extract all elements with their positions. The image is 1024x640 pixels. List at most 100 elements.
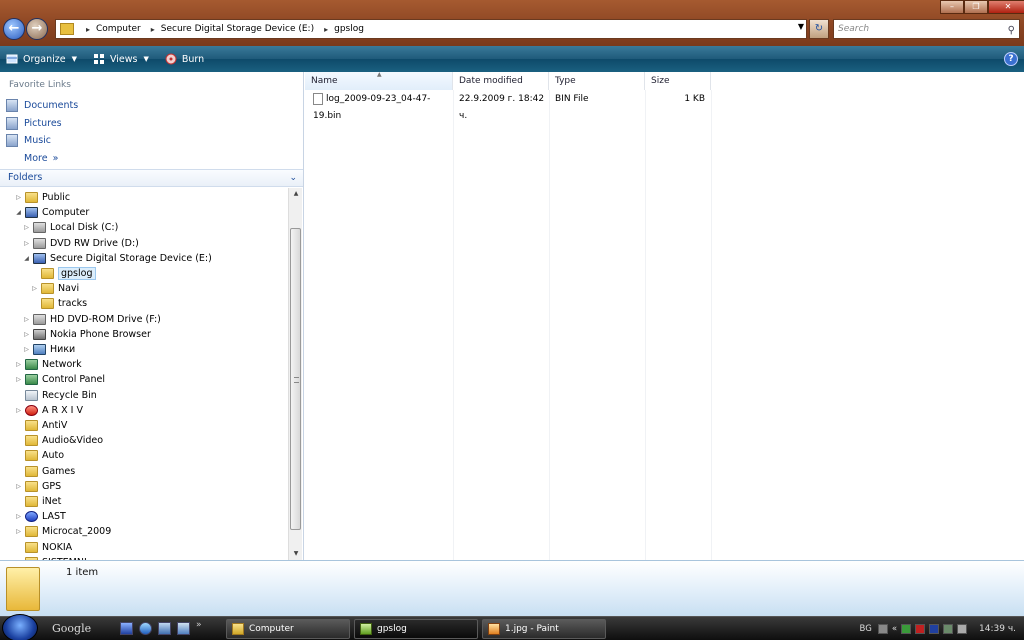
tree-item[interactable]: gpslog bbox=[30, 266, 96, 281]
tree-item[interactable]: iNet bbox=[14, 494, 61, 509]
favorite-link-music[interactable]: Music bbox=[6, 132, 51, 148]
folder-icon bbox=[41, 283, 54, 295]
expand-arrow-icon[interactable]: ▷ bbox=[22, 224, 31, 231]
close-button[interactable]: ✕ bbox=[988, 0, 1024, 14]
back-button[interactable]: ← bbox=[3, 18, 25, 40]
views-button[interactable]: Views ▼ bbox=[93, 53, 149, 65]
tree-item[interactable]: tracks bbox=[30, 296, 87, 311]
tree-item-label: NOKIA bbox=[42, 541, 73, 553]
switch-windows-icon[interactable] bbox=[158, 622, 171, 635]
tree-item[interactable]: ▷ Navi bbox=[30, 281, 79, 296]
search-input[interactable]: Search ⚲ bbox=[833, 19, 1020, 39]
task-label: 1.jpg - Paint bbox=[505, 624, 559, 634]
expand-arrow-icon[interactable]: ▷ bbox=[14, 407, 23, 414]
column-header-size[interactable]: Size bbox=[645, 72, 711, 90]
tree-item[interactable]: ▷ LAST bbox=[14, 509, 66, 524]
favorite-link-pictures[interactable]: Pictures bbox=[6, 115, 62, 131]
forward-button[interactable]: → bbox=[26, 18, 48, 40]
taskbar-button-gpslog[interactable]: gpslog bbox=[354, 619, 478, 639]
file-name-cell[interactable]: log_2009-09-23_04-47-19.bin bbox=[313, 91, 453, 121]
burn-button[interactable]: Burn bbox=[165, 53, 204, 65]
scroll-down-arrow-icon[interactable]: ▼ bbox=[289, 548, 303, 560]
tree-item[interactable]: ▷ Ники bbox=[22, 342, 75, 357]
column-header-name[interactable]: ▲ Name bbox=[305, 71, 453, 90]
search-icon[interactable]: ⚲ bbox=[1008, 22, 1015, 40]
scrollbar-thumb[interactable] bbox=[290, 228, 301, 530]
expand-arrow-icon[interactable]: ▷ bbox=[14, 528, 23, 535]
keyboard-icon[interactable] bbox=[877, 624, 888, 634]
minimize-button[interactable]: – bbox=[940, 0, 964, 14]
tree-item[interactable]: ▷ Nokia Phone Browser bbox=[22, 327, 151, 342]
checkmark-icon[interactable] bbox=[901, 624, 912, 634]
folder-tree-scrollbar[interactable]: ▲ ▼ bbox=[288, 188, 302, 560]
organize-icon bbox=[6, 54, 18, 64]
quick-launch-overflow[interactable]: » bbox=[196, 620, 202, 630]
favorite-link-more[interactable]: More » bbox=[24, 150, 58, 166]
antivirus-icon[interactable] bbox=[915, 624, 926, 634]
taskbar-button-computer[interactable]: Computer bbox=[226, 619, 350, 639]
tree-item[interactable]: Games bbox=[14, 464, 75, 479]
breadcrumb-separator[interactable]: ▸ bbox=[151, 25, 155, 34]
expand-arrow-icon[interactable]: ▷ bbox=[14, 483, 23, 490]
column-header-type[interactable]: Type bbox=[549, 72, 645, 90]
tree-item-label: Public bbox=[42, 192, 71, 203]
tree-item[interactable]: ◢ Computer bbox=[14, 205, 89, 220]
tree-item[interactable]: ▷ Public bbox=[14, 190, 70, 205]
google-toolbar[interactable]: Google bbox=[52, 620, 100, 638]
maximize-button[interactable]: ❐ bbox=[964, 0, 988, 14]
breadcrumb-sd-device[interactable]: Secure Digital Storage Device (E:) bbox=[161, 24, 314, 34]
tree-item[interactable]: AntiV bbox=[14, 418, 67, 433]
start-button[interactable] bbox=[2, 614, 38, 640]
help-button[interactable]: ? bbox=[1004, 52, 1018, 66]
clock[interactable]: 14:39 ч. bbox=[979, 624, 1016, 634]
expand-arrow-icon[interactable]: ▷ bbox=[22, 316, 31, 323]
internet-explorer-icon[interactable] bbox=[139, 622, 152, 635]
expand-arrow-icon[interactable]: ▷ bbox=[30, 285, 39, 292]
tree-item[interactable]: ◢ Secure Digital Storage Device (E:) bbox=[22, 251, 212, 266]
expand-arrow-icon[interactable]: ▷ bbox=[14, 194, 23, 201]
taskbar-button-paint[interactable]: 1.jpg - Paint bbox=[482, 619, 606, 639]
expand-arrow-icon[interactable]: ▷ bbox=[14, 513, 23, 520]
network-status-icon[interactable] bbox=[943, 624, 954, 634]
tree-item[interactable]: ▷ GPS bbox=[14, 479, 61, 494]
language-indicator[interactable]: BG bbox=[860, 624, 872, 634]
show-desktop-icon[interactable] bbox=[120, 622, 133, 635]
tree-item[interactable]: ▷ DVD RW Drive (D:) bbox=[22, 236, 139, 251]
tree-item[interactable]: ▷ Control Panel bbox=[14, 372, 105, 387]
tree-item-label: Microcat_2009 bbox=[42, 526, 112, 538]
refresh-button[interactable]: ↻ bbox=[809, 19, 829, 39]
volume-icon[interactable] bbox=[957, 624, 968, 634]
collapse-arrow-icon[interactable]: ◢ bbox=[14, 209, 23, 216]
expand-arrow-icon[interactable]: ▷ bbox=[22, 240, 31, 247]
quick-launch-icon[interactable] bbox=[177, 622, 190, 635]
tree-item[interactable]: ▷ Microcat_2009 bbox=[14, 524, 111, 539]
tree-item[interactable]: Audio&Video bbox=[14, 433, 103, 448]
organize-button[interactable]: Organize ▼ bbox=[6, 53, 77, 65]
collapse-arrow-icon[interactable]: ◢ bbox=[22, 255, 31, 262]
tree-item[interactable]: ▷ A R X I V bbox=[14, 403, 83, 418]
breadcrumb-gpslog[interactable]: gpslog bbox=[334, 24, 364, 34]
column-header-date-modified[interactable]: Date modified bbox=[453, 72, 549, 90]
window-controls: – ❐ ✕ bbox=[940, 0, 1024, 14]
favorite-link-documents[interactable]: Documents bbox=[6, 97, 78, 113]
tree-item[interactable]: Auto bbox=[14, 448, 64, 463]
expand-arrow-icon[interactable]: ▷ bbox=[14, 376, 23, 383]
breadcrumb-computer[interactable]: Computer bbox=[96, 24, 141, 34]
expand-arrow-icon[interactable]: ▷ bbox=[22, 331, 31, 338]
tree-item[interactable]: Recycle Bin bbox=[14, 388, 97, 403]
tree-item[interactable]: ▷ HD DVD-ROM Drive (F:) bbox=[22, 312, 161, 327]
expand-arrow-icon[interactable]: ▷ bbox=[14, 361, 23, 368]
tree-item[interactable]: ▷ Network bbox=[14, 357, 82, 372]
address-bar[interactable]: ▸ Computer ▸ Secure Digital Storage Devi… bbox=[55, 19, 807, 39]
breadcrumb-separator[interactable]: ▸ bbox=[86, 25, 90, 34]
tree-item[interactable]: NOKIA bbox=[14, 540, 72, 555]
expand-arrow-icon[interactable]: ▷ bbox=[22, 346, 31, 353]
mail-icon[interactable] bbox=[929, 624, 940, 634]
breadcrumb-separator[interactable]: ▸ bbox=[324, 25, 328, 34]
folders-header[interactable]: Folders ⌄ bbox=[0, 169, 303, 187]
tree-item[interactable]: ▷ Local Disk (C:) bbox=[22, 220, 118, 235]
scroll-up-arrow-icon[interactable]: ▲ bbox=[289, 188, 303, 200]
tray-expand-icon[interactable]: « bbox=[892, 624, 897, 634]
chevron-down-icon[interactable]: ▼ bbox=[798, 22, 804, 31]
column-label: Date modified bbox=[459, 76, 523, 86]
